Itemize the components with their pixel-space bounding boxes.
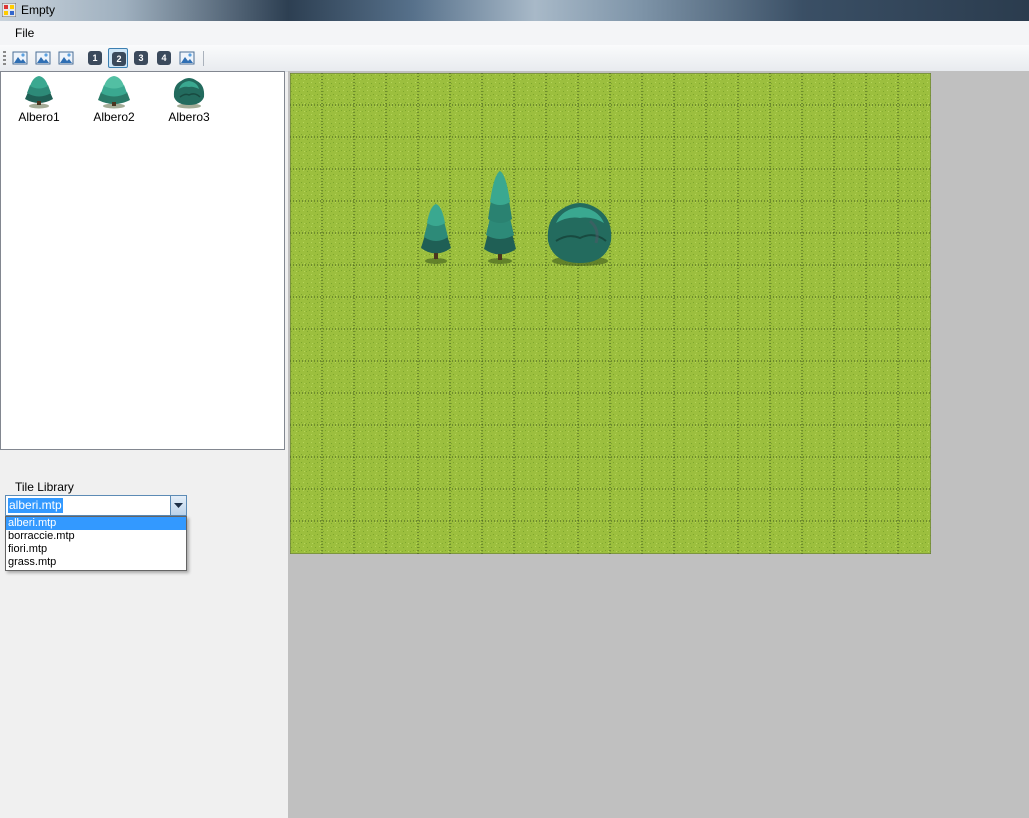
chevron-down-icon (174, 503, 183, 508)
toolbar-image-button-2[interactable] (33, 48, 53, 68)
tree-tile-icon (98, 76, 130, 109)
title-bar: Empty (0, 0, 1029, 21)
layer-4-button[interactable]: 4 (154, 48, 174, 68)
tree-tile-icon (25, 76, 53, 109)
image-icon (35, 51, 51, 65)
toolbar: 1 2 3 4 (0, 45, 1029, 72)
map-canvas[interactable] (290, 73, 931, 554)
toolbar-image-button-4[interactable] (177, 48, 197, 68)
tile-label: Albero2 (93, 110, 135, 124)
layer-1-label: 1 (88, 51, 102, 65)
dropdown-arrow-button[interactable] (170, 496, 186, 515)
toolbar-image-button-3[interactable] (56, 48, 76, 68)
dropdown-option-alberi[interactable]: alberi.mtp (6, 517, 186, 530)
toolbar-image-button-1[interactable] (10, 48, 30, 68)
tile-item-albero2[interactable]: Albero2 (82, 75, 146, 124)
menu-file[interactable]: File (8, 25, 41, 41)
layer-3-button[interactable]: 3 (131, 48, 151, 68)
layer-2-button[interactable]: 2 (108, 48, 128, 68)
tile-label: Albero1 (18, 110, 60, 124)
layer-1-button[interactable]: 1 (85, 48, 105, 68)
layer-4-label: 4 (157, 51, 171, 65)
menu-bar: File (0, 21, 1029, 45)
map-bush-albero3[interactable] (547, 203, 612, 266)
tile-library-combobox[interactable]: alberi.mtp (5, 495, 187, 516)
image-icon (179, 51, 195, 65)
tile-library-label: Tile Library (15, 480, 74, 494)
image-icon (12, 51, 28, 65)
dropdown-option-fiori[interactable]: fiori.mtp (6, 543, 186, 556)
tile-list: Albero1 Albero2 Albero3 (0, 71, 285, 450)
layer-3-label: 3 (134, 51, 148, 65)
tile-library-selected: alberi.mtp (8, 498, 63, 513)
toolbar-grip[interactable] (3, 51, 6, 65)
bush-tile-icon (173, 78, 205, 109)
tile-item-albero1[interactable]: Albero1 (7, 75, 71, 124)
tile-label: Albero3 (168, 110, 210, 124)
toolbar-separator (203, 51, 204, 66)
app-icon (2, 3, 16, 17)
layer-2-label: 2 (112, 52, 126, 66)
dropdown-option-grass[interactable]: grass.mtp (6, 556, 186, 569)
image-icon (58, 51, 74, 65)
tile-item-albero3[interactable]: Albero3 (157, 75, 221, 124)
dropdown-option-borraccie[interactable]: borraccie.mtp (6, 530, 186, 543)
window-title: Empty (21, 3, 56, 17)
tile-library-dropdown-list: alberi.mtp borraccie.mtp fiori.mtp grass… (5, 516, 187, 571)
